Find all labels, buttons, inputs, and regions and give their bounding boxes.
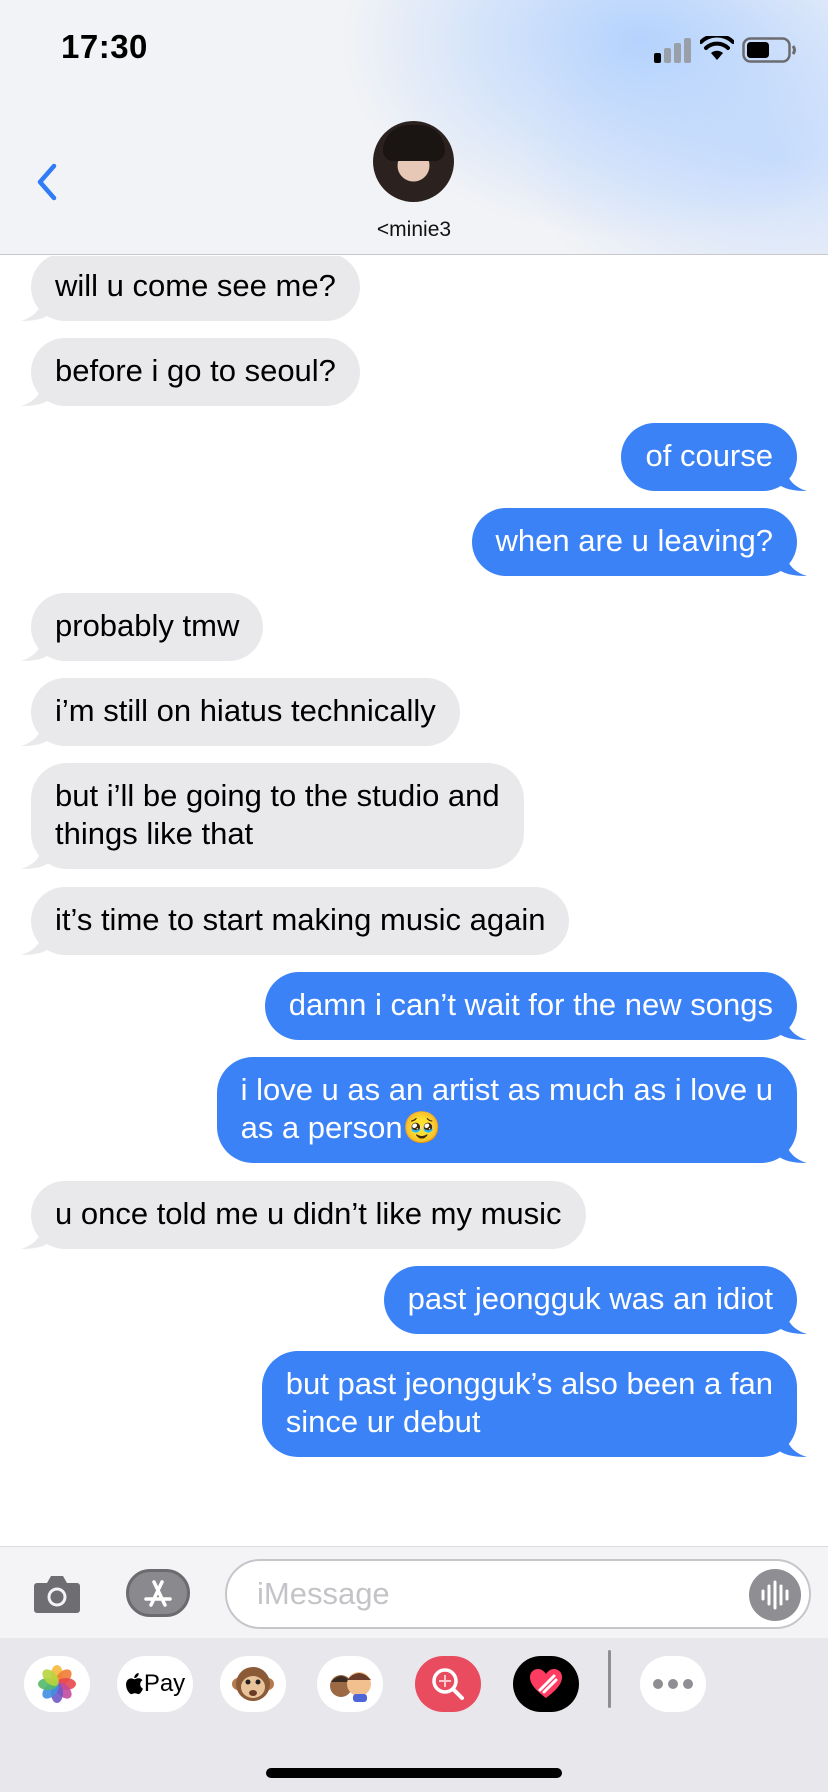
outgoing-message-bubble[interactable]: but past jeongguk’s also been a fan since…: [261, 1351, 807, 1457]
imessage-placeholder: iMessage: [257, 1576, 390, 1611]
outgoing-message-bubble[interactable]: past jeongguk was an idiot: [383, 1266, 807, 1334]
message-text-line: will u come see me?: [55, 268, 336, 303]
incoming-message-bubble[interactable]: u once told me u didn’t like my music: [21, 1181, 586, 1249]
more-apps-button[interactable]: [640, 1656, 706, 1712]
app-store-button[interactable]: [126, 1569, 190, 1617]
incoming-message-bubble[interactable]: probably tmw: [21, 593, 264, 661]
app-drawer: Pay: [0, 1638, 828, 1792]
wifi-icon: [700, 36, 734, 60]
message-text-line: since ur debut: [285, 1404, 481, 1439]
photos-icon: [38, 1665, 76, 1703]
message-text-line: but past jeongguk’s also been a fan: [285, 1366, 773, 1401]
bubble-tail: [777, 463, 807, 491]
bubble-tail: [21, 378, 51, 406]
monkey-memoji-icon: [232, 1667, 274, 1701]
outgoing-message-bubble[interactable]: i love u as an artist as much as i love …: [216, 1057, 807, 1163]
status-icons: [650, 34, 800, 66]
message-text-line: i love u as an artist as much as i love …: [240, 1072, 773, 1107]
message-text-line: u once told me u didn’t like my music: [55, 1196, 562, 1231]
composer-bar: iMessage: [0, 1546, 828, 1638]
outgoing-message-bubble[interactable]: damn i can’t wait for the new songs: [264, 972, 807, 1040]
audio-message-button[interactable]: [749, 1569, 801, 1621]
digital-touch-app-button[interactable]: [513, 1656, 579, 1712]
bubble-tail: [777, 1429, 807, 1457]
battery-icon: [742, 37, 796, 63]
memoji-app-button[interactable]: [317, 1656, 383, 1712]
outgoing-message-bubble[interactable]: of course: [621, 423, 807, 491]
outgoing-message-bubble[interactable]: when are u leaving?: [471, 508, 807, 576]
more-apps-icon: [653, 1679, 693, 1689]
contact-avatar[interactable]: [373, 121, 454, 202]
apple-pay-icon: [125, 1673, 143, 1695]
bubble-tail: [777, 1012, 807, 1040]
digital-touch-icon: [530, 1669, 562, 1698]
message-text-line: but i’ll be going to the studio and: [55, 778, 500, 813]
message-thread[interactable]: will u come see me? before i go to seoul?…: [0, 256, 828, 1546]
message-text-line: damn i can’t wait for the new songs: [288, 987, 773, 1022]
drawer-divider: [608, 1650, 611, 1708]
bubble-tail: [21, 927, 51, 955]
incoming-message-bubble[interactable]: will u come see me?: [21, 256, 360, 321]
message-text-line: i’m still on hiatus technically: [55, 693, 436, 728]
bubble-tail: [21, 293, 51, 321]
back-chevron-icon[interactable]: [30, 158, 66, 206]
photos-app-button[interactable]: [24, 1656, 90, 1712]
message-text-line: things like that: [55, 816, 254, 851]
memoji-icon: [330, 1672, 371, 1702]
message-text-line: before i go to seoul?: [55, 353, 336, 388]
waveform-icon: [761, 1580, 789, 1610]
bubble-tail: [21, 633, 51, 661]
conversation-header: 17:30 <minie3: [0, 0, 828, 255]
app-store-icon: [144, 1580, 172, 1607]
bubble-tail: [777, 548, 807, 576]
imessage-input[interactable]: iMessage: [225, 1559, 811, 1629]
animoji-app-button[interactable]: [220, 1656, 286, 1712]
camera-icon[interactable]: [33, 1571, 81, 1615]
bubble-tail: [777, 1135, 807, 1163]
status-time: 17:30: [61, 28, 148, 65]
message-text-line: probably tmw: [55, 608, 240, 643]
bubble-tail: [21, 1221, 51, 1249]
apple-pay-button[interactable]: Pay: [117, 1656, 193, 1712]
message-text-line: as a person🥹: [240, 1110, 442, 1145]
message-text-line: of course: [645, 438, 773, 473]
apple-pay-label: Pay: [143, 1670, 186, 1697]
incoming-message-bubble[interactable]: it’s time to start making music again: [21, 887, 570, 955]
contact-name[interactable]: <minie3: [0, 218, 828, 242]
search-images-icon: [432, 1668, 464, 1700]
home-indicator: [266, 1768, 562, 1778]
bubble-tail: [21, 841, 51, 869]
incoming-message-bubble[interactable]: but i’ll be going to the studio and thing…: [21, 763, 524, 869]
bubble-tail: [777, 1306, 807, 1334]
message-text-line: past jeongguk was an idiot: [407, 1281, 773, 1316]
message-text-line: it’s time to start making music again: [55, 902, 546, 937]
bubble-tail: [21, 718, 51, 746]
message-text-line: when are u leaving?: [495, 523, 773, 558]
image-search-app-button[interactable]: [415, 1656, 481, 1712]
incoming-message-bubble[interactable]: before i go to seoul?: [21, 338, 360, 406]
incoming-message-bubble[interactable]: i’m still on hiatus technically: [21, 678, 460, 746]
